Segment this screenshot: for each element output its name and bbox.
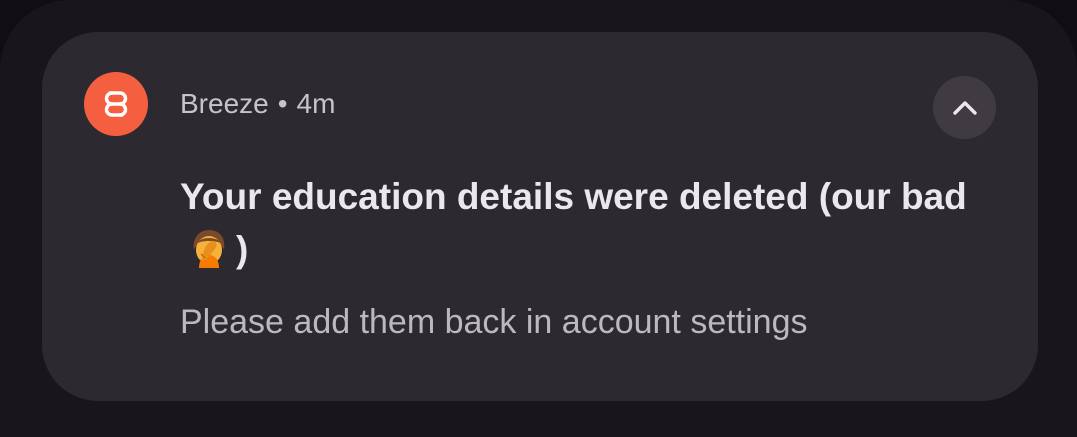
title-text: Your education details were deleted (our… <box>180 176 967 217</box>
breeze-logo-icon <box>84 72 148 136</box>
notification-header: Breeze • 4m <box>180 87 335 121</box>
collapse-button[interactable] <box>933 76 996 139</box>
notification-body: Please add them back in account settings <box>180 303 808 341</box>
notification-time: 4m <box>296 88 336 119</box>
app-name: Breeze <box>180 88 269 119</box>
header-separator: • <box>277 88 288 119</box>
notification-card[interactable]: Breeze • 4m Your education details were de… <box>42 32 1038 401</box>
chevron-up-icon <box>952 100 977 115</box>
notification-title: Your education details were deleted (our… <box>180 170 990 276</box>
face-palm-emoji-icon <box>186 228 232 268</box>
title-closing: ) <box>236 229 249 270</box>
